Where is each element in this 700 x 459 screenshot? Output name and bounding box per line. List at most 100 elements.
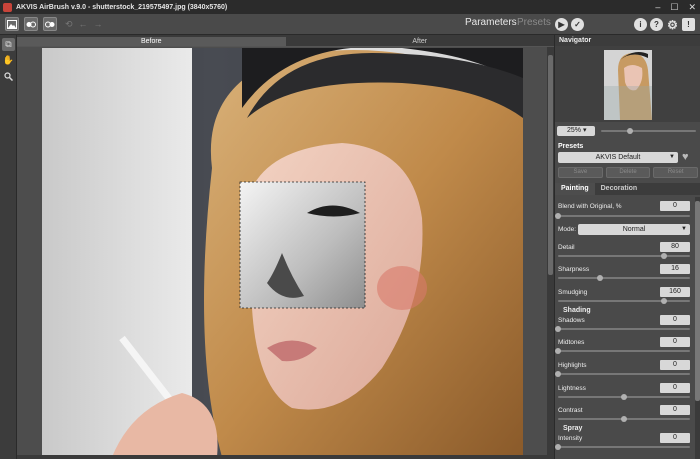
maximize-button[interactable]: ☐ bbox=[670, 2, 678, 13]
mode-row: Mode: Normal ▼ bbox=[558, 224, 690, 235]
batch-button[interactable] bbox=[24, 17, 38, 31]
play-icon: ▶ bbox=[558, 20, 565, 29]
info-button[interactable]: i bbox=[634, 18, 647, 31]
canvas-vertical-scrollbar[interactable] bbox=[547, 47, 554, 457]
help-icon: ? bbox=[654, 20, 659, 29]
reset-preset-button[interactable]: Reset bbox=[653, 167, 699, 178]
delete-preset-button[interactable]: Delete bbox=[605, 167, 651, 178]
crop-icon: ⧉ bbox=[5, 39, 12, 49]
sharpness-slider[interactable] bbox=[558, 275, 690, 281]
midtones-value[interactable]: 0 bbox=[660, 337, 690, 347]
panel-scrollbar[interactable] bbox=[695, 197, 700, 459]
notifications-button[interactable]: ! bbox=[682, 18, 695, 31]
tab-painting[interactable]: Painting bbox=[555, 183, 595, 195]
highlights-label: Highlights bbox=[558, 362, 587, 369]
undo-arrow-icon[interactable]: ⟲ bbox=[65, 19, 73, 30]
intensity-label: Intensity bbox=[558, 435, 583, 442]
magnifier-icon bbox=[4, 72, 13, 81]
slider-knob[interactable] bbox=[621, 394, 627, 400]
back-arrow-icon[interactable]: ← bbox=[79, 19, 88, 29]
crop-tool[interactable]: ⧉ bbox=[2, 38, 15, 51]
minimize-button[interactable]: – bbox=[655, 2, 660, 12]
slider-knob[interactable] bbox=[555, 348, 561, 354]
zoom-row: 25% ▾ bbox=[557, 125, 699, 136]
sharpness-label: Sharpness bbox=[558, 266, 590, 273]
settings-panel: Navigator 25% ▾ Presets AKVIS Default ▼ ♥… bbox=[554, 35, 700, 459]
favorite-heart-icon[interactable]: ♥ bbox=[682, 151, 689, 163]
settings-button[interactable]: ⚙ bbox=[666, 17, 679, 32]
spray-section-title: Spray bbox=[563, 425, 583, 432]
presets-mode-button[interactable]: Presets bbox=[517, 17, 551, 28]
contrast-label: Contrast bbox=[558, 407, 583, 414]
view-tabs: Before After bbox=[17, 37, 554, 47]
main-toolbar: ⟲ ← → bbox=[0, 14, 700, 35]
slider-knob[interactable] bbox=[555, 326, 561, 332]
contrast-slider[interactable] bbox=[558, 416, 690, 422]
lightness-slider[interactable] bbox=[558, 394, 690, 400]
sharpness-value[interactable]: 16 bbox=[660, 264, 690, 274]
portrait-photo bbox=[42, 48, 523, 457]
preset-dropdown[interactable]: AKVIS Default ▼ bbox=[558, 152, 678, 163]
info-icon: i bbox=[639, 20, 642, 29]
presets-title: Presets bbox=[558, 143, 584, 150]
tab-before[interactable]: Before bbox=[17, 37, 286, 47]
shading-section-title: Shading bbox=[563, 307, 591, 314]
lightness-value[interactable]: 0 bbox=[660, 383, 690, 393]
chevron-down-icon: ▼ bbox=[669, 154, 675, 160]
detail-slider[interactable] bbox=[558, 253, 690, 259]
hand-tool[interactable]: ✋ bbox=[2, 54, 15, 67]
title-bar: AKVIS AirBrush v.9.0 - shutterstock_2195… bbox=[0, 0, 700, 14]
help-button[interactable]: ? bbox=[650, 18, 663, 31]
gear-icon: ⚙ bbox=[667, 17, 678, 32]
midtones-label: Midtones bbox=[558, 339, 585, 346]
mode-dropdown[interactable]: Normal ▼ bbox=[578, 224, 690, 235]
blend-label: Blend with Original, % bbox=[558, 203, 622, 210]
batch-icon bbox=[26, 21, 36, 27]
blend-value[interactable]: 0 bbox=[660, 201, 690, 211]
contrast-value[interactable]: 0 bbox=[660, 405, 690, 415]
highlights-slider[interactable] bbox=[555, 371, 690, 377]
forward-arrow-icon[interactable]: → bbox=[94, 19, 103, 29]
app-logo-icon bbox=[3, 2, 12, 12]
open-image-button[interactable] bbox=[5, 17, 19, 31]
tab-decoration[interactable]: Decoration bbox=[595, 183, 644, 195]
slider-knob[interactable] bbox=[621, 416, 627, 422]
navigator-view[interactable] bbox=[555, 46, 700, 122]
check-icon: ✓ bbox=[574, 20, 581, 29]
highlights-value[interactable]: 0 bbox=[660, 360, 690, 370]
save-preset-button[interactable]: Save bbox=[558, 167, 603, 178]
zoom-tool[interactable] bbox=[2, 70, 15, 83]
smudging-label: Smudging bbox=[558, 289, 588, 296]
shadows-slider[interactable] bbox=[555, 326, 690, 332]
chevron-down-icon: ▼ bbox=[681, 226, 687, 232]
close-button[interactable]: ✕ bbox=[688, 2, 696, 13]
midtones-slider[interactable] bbox=[555, 348, 690, 354]
canvas-horizontal-scrollbar[interactable] bbox=[17, 455, 547, 459]
zoom-slider[interactable] bbox=[601, 127, 696, 134]
smudging-value[interactable]: 160 bbox=[660, 287, 690, 297]
intensity-value[interactable]: 0 bbox=[660, 433, 690, 443]
detail-value[interactable]: 80 bbox=[660, 242, 690, 252]
apply-button[interactable]: ✓ bbox=[571, 18, 584, 31]
slider-knob[interactable] bbox=[555, 371, 561, 377]
zoom-dropdown[interactable]: 25% ▾ bbox=[557, 125, 595, 136]
save-image-button[interactable] bbox=[43, 17, 57, 31]
shadows-value[interactable]: 0 bbox=[660, 315, 690, 325]
slider-knob[interactable] bbox=[555, 444, 561, 450]
run-button[interactable]: ▶ bbox=[555, 18, 568, 31]
smudging-slider[interactable] bbox=[558, 298, 690, 304]
slider-knob[interactable] bbox=[660, 253, 667, 259]
alert-icon: ! bbox=[687, 20, 690, 29]
navigator-thumbnail[interactable] bbox=[604, 50, 652, 120]
blend-slider[interactable] bbox=[555, 213, 690, 219]
slider-knob[interactable] bbox=[597, 275, 604, 281]
navigator-title: Navigator bbox=[555, 35, 700, 46]
slider-knob[interactable] bbox=[660, 298, 667, 304]
image-preview[interactable] bbox=[42, 48, 523, 457]
intensity-slider[interactable] bbox=[555, 444, 690, 450]
tab-after[interactable]: After bbox=[285, 37, 554, 47]
tools-bar: ⧉ ✋ bbox=[0, 35, 17, 459]
parameters-mode-button[interactable]: Parameters bbox=[465, 17, 517, 28]
slider-knob[interactable] bbox=[555, 213, 561, 219]
shadows-label: Shadows bbox=[558, 317, 585, 324]
